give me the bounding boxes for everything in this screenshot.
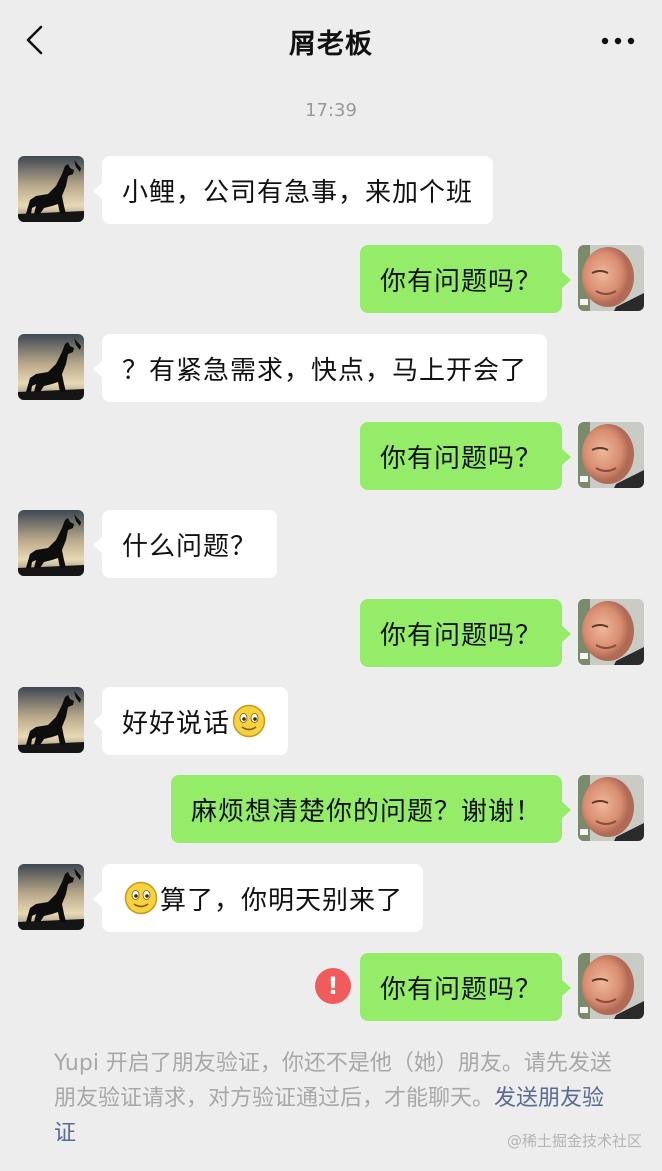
incoming-message-bubble[interactable]: 好好说话: [92, 687, 289, 755]
outgoing-message-bubble[interactable]: 你有问题吗？: [359, 599, 572, 667]
incoming-message-bubble[interactable]: 什么问题？: [92, 510, 278, 578]
ellipsis-icon: [601, 37, 635, 45]
boss-avatar[interactable]: [18, 510, 84, 576]
message-text: 你有问题吗？: [379, 266, 542, 297]
message-row: 你有问题吗？: [0, 245, 662, 313]
my-avatar[interactable]: [578, 422, 644, 488]
message-text: 麻烦想清楚你的问题？谢谢！: [190, 796, 542, 827]
outgoing-message-bubble[interactable]: 你有问题吗？: [359, 422, 572, 490]
message-text: 算了，你明天别来了: [160, 885, 404, 916]
message-row: 你有问题吗？: [0, 422, 662, 490]
chat-title: 屑老板: [289, 28, 373, 60]
incoming-message-bubble[interactable]: 小鲤，公司有急事，来加个班: [92, 156, 494, 224]
message-text: 好好说话: [122, 708, 231, 739]
boss-avatar[interactable]: [18, 687, 84, 753]
message-text: 你有问题吗？: [379, 974, 542, 1005]
incoming-message-bubble[interactable]: ？有紧急需求，快点，马上开会了: [92, 334, 548, 402]
message-row: 算了，你明天别来了: [0, 864, 662, 932]
my-avatar[interactable]: [578, 599, 644, 665]
message-row: 小鲤，公司有急事，来加个班: [0, 156, 662, 224]
my-avatar[interactable]: [578, 953, 644, 1019]
send-failed-icon[interactable]: !: [315, 968, 351, 1004]
incoming-message-bubble[interactable]: 算了，你明天别来了: [92, 864, 424, 932]
chat-screen: 屑老板 17:39 小鲤，公司有急事，来加个班 你有问题吗？ ？有紧急需求，快点…: [0, 0, 662, 1171]
send-failed-mark: !: [327, 972, 339, 1000]
outgoing-message-bubble[interactable]: 你有问题吗？: [359, 245, 572, 313]
smile-emoji-icon: [232, 704, 266, 738]
watermark: @稀土掘金技术社区: [506, 1132, 642, 1150]
my-avatar[interactable]: [578, 245, 644, 311]
message-text: 什么问题？: [122, 531, 258, 562]
more-button[interactable]: [598, 24, 638, 58]
my-avatar[interactable]: [578, 775, 644, 841]
message-text: 你有问题吗？: [379, 620, 542, 651]
outgoing-message-bubble[interactable]: 你有问题吗？: [359, 953, 572, 1021]
message-row: 好好说话: [0, 687, 662, 755]
back-button[interactable]: [14, 20, 54, 60]
smile-emoji-icon: [124, 881, 158, 915]
message-row: ! 你有问题吗？: [0, 953, 662, 1021]
message-text: 小鲤，公司有急事，来加个班: [122, 177, 474, 208]
message-text: ？有紧急需求，快点，马上开会了: [122, 355, 528, 386]
boss-avatar[interactable]: [18, 864, 84, 930]
message-row: 你有问题吗？: [0, 599, 662, 667]
message-row: 麻烦想清楚你的问题？谢谢！: [0, 775, 662, 843]
message-timestamp: 17:39: [305, 100, 357, 121]
chat-header: 屑老板: [0, 0, 662, 82]
message-row: 什么问题？: [0, 510, 662, 578]
chevron-left-icon: [26, 25, 43, 55]
boss-avatar[interactable]: [18, 156, 84, 222]
message-text: 你有问题吗？: [379, 443, 542, 474]
message-row: ？有紧急需求，快点，马上开会了: [0, 334, 662, 402]
outgoing-message-bubble[interactable]: 麻烦想清楚你的问题？谢谢！: [170, 775, 572, 843]
boss-avatar[interactable]: [18, 334, 84, 400]
